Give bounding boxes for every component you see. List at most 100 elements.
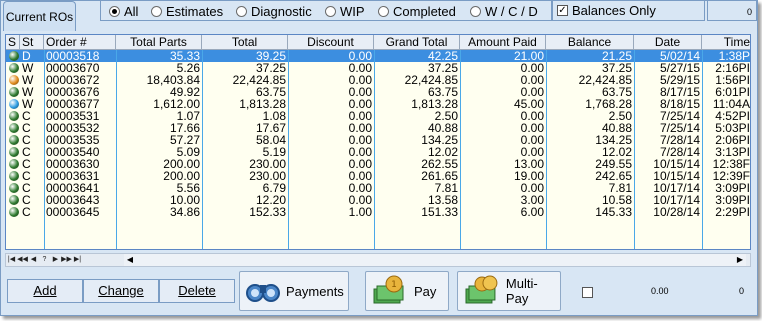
filter-all-label: All	[124, 3, 139, 19]
col-time[interactable]: Time	[702, 35, 750, 50]
cell-st: C	[22, 134, 31, 146]
table-row[interactable]: D 00003518 35.33 39.25 0.00 42.25 21.00 21.25 5/…	[6, 50, 750, 62]
status-indicator-icon	[9, 99, 19, 109]
horizontal-scrollbar[interactable]: ◀ ▶	[124, 254, 746, 266]
radio-diagnostic[interactable]	[236, 5, 247, 17]
table-row[interactable]: W 00003676 49.92 63.75 0.00 63.75 0.00 63.75 8/1…	[6, 86, 750, 98]
nav-button[interactable]: ▶	[50, 254, 61, 266]
cell-total: 1.08	[262, 110, 286, 122]
cell-balance: 10.58	[601, 194, 632, 206]
table-row[interactable]: W 00003672 18,403.84 22,424.85 0.00 22,424.85…	[6, 74, 750, 86]
balances-only-toggle[interactable]: ✓ Balances Only	[552, 1, 705, 21]
delete-button[interactable]: Delete	[159, 279, 235, 303]
multi-pay-button[interactable]: Multi-Pay	[457, 271, 561, 311]
cell-st: W	[22, 62, 34, 74]
col-date[interactable]: Date	[634, 35, 702, 50]
cell-total: 58.04	[255, 134, 286, 146]
filter-wcd[interactable]: W / C / D	[470, 1, 538, 21]
nav-button[interactable]: ▶▶	[61, 254, 72, 266]
status-indicator-icon	[9, 87, 19, 97]
filter-estimates-label: Estimates	[166, 3, 224, 19]
cell-balance: 1,768.28	[585, 98, 632, 110]
cell-parts: 5.56	[176, 182, 200, 194]
cell-parts: 10.00	[169, 194, 200, 206]
cell-discount: 0.00	[348, 86, 372, 98]
radio-wcd[interactable]	[470, 5, 481, 17]
add-button[interactable]: Add	[7, 279, 83, 303]
nav-button[interactable]: ▶|	[72, 254, 83, 266]
nav-button[interactable]: |◀	[6, 254, 17, 266]
cell-grand: 40.88	[427, 122, 458, 134]
cell-order: 00003531	[46, 110, 100, 122]
cell-st: C	[22, 158, 31, 170]
nav-button[interactable]: ◀	[28, 254, 39, 266]
scroll-left-icon[interactable]: ◀	[124, 254, 136, 266]
top-right-value: 0	[707, 1, 757, 21]
table-row[interactable]: C 00003643 10.00 12.20 0.00 13.58 3.00 10.58 10/…	[6, 194, 750, 206]
cell-time: 11:04A	[712, 98, 750, 110]
table-row[interactable]: C 00003645 34.86 152.33 1.00 151.33 6.00 145.33…	[6, 206, 750, 218]
cell-balance: 12.02	[601, 146, 632, 158]
balances-only-checkbox[interactable]: ✓	[557, 5, 568, 16]
radio-completed[interactable]	[378, 5, 389, 17]
cell-date: 7/25/14	[659, 122, 700, 134]
cell-order: 00003641	[46, 182, 100, 194]
table-row[interactable]: C 00003540 5.09 5.19 0.00 12.02 0.00 12.02 7/28/…	[6, 146, 750, 158]
status-indicator-icon	[9, 123, 19, 133]
table-row[interactable]: C 00003532 17.66 17.67 0.00 40.88 0.00 40.88 7/2…	[6, 122, 750, 134]
filter-all[interactable]: All	[109, 1, 138, 21]
cell-time: 12:38F	[712, 158, 750, 170]
binoculars-icon	[246, 284, 280, 302]
grid-divider	[460, 50, 461, 249]
pay-button[interactable]: 1 Pay	[365, 271, 449, 311]
radio-estimates[interactable]	[151, 5, 162, 17]
filter-estimates[interactable]: Estimates	[151, 1, 223, 21]
radio-all[interactable]	[109, 5, 120, 17]
radio-wip[interactable]	[325, 5, 336, 17]
table-row[interactable]: C 00003631 200.00 230.00 0.00 261.65 19.00 242.…	[6, 170, 750, 182]
table-row[interactable]: C 00003641 5.56 6.79 0.00 7.81 0.00 7.81 10/17/1…	[6, 182, 750, 194]
table-row[interactable]: C 00003531 1.07 1.08 0.00 2.50 0.00 2.50 7/25/14…	[6, 110, 750, 122]
cell-st: C	[22, 110, 31, 122]
grid-divider	[202, 50, 203, 249]
cell-order: 00003540	[46, 146, 100, 158]
table-row[interactable]: C 00003535 57.27 58.04 0.00 134.25 0.00 134.25 7…	[6, 134, 750, 146]
cell-total: 12.20	[255, 194, 286, 206]
scroll-right-icon[interactable]: ▶	[734, 254, 746, 266]
filter-wip[interactable]: WIP	[325, 1, 365, 21]
col-discount[interactable]: Discount	[288, 35, 374, 50]
col-grand-total[interactable]: Grand Total	[374, 35, 460, 50]
cell-total: 152.33	[249, 206, 286, 218]
cell-grand: 37.25	[427, 62, 458, 74]
cell-date: 7/28/14	[659, 146, 700, 158]
table-row[interactable]: W 00003677 1,612.00 1,813.28 0.00 1,813.28 45.…	[6, 98, 750, 110]
cell-parts: 200.00	[163, 158, 200, 170]
col-total-parts[interactable]: Total Parts	[116, 35, 202, 50]
col-amount-paid[interactable]: Amount Paid	[460, 35, 546, 50]
status-indicator-icon	[9, 63, 19, 73]
cell-discount: 0.00	[348, 194, 372, 206]
nav-button[interactable]: ?	[39, 254, 50, 266]
col-s[interactable]: S	[6, 35, 20, 50]
cell-parts: 35.33	[169, 50, 200, 62]
change-button[interactable]: Change	[83, 279, 159, 303]
tab-current-ros[interactable]: Current ROs	[3, 1, 76, 31]
cell-total: 37.25	[255, 62, 286, 74]
table-row[interactable]: C 00003630 200.00 230.00 0.00 262.55 13.00 249.…	[6, 158, 750, 170]
col-st[interactable]: St	[20, 35, 44, 50]
col-balance[interactable]: Balance	[546, 35, 634, 50]
cell-order: 00003630	[46, 158, 100, 170]
status-indicator-icon	[9, 75, 19, 85]
filter-completed[interactable]: Completed	[378, 1, 456, 21]
col-order[interactable]: Order #	[44, 35, 116, 50]
cell-grand: 63.75	[427, 86, 458, 98]
payments-button[interactable]: Payments	[239, 271, 349, 311]
table-row[interactable]: W 00003670 5.26 37.25 0.00 37.25 0.00 37.25 5/27…	[6, 62, 750, 74]
cell-order: 00003535	[46, 134, 100, 146]
bottom-checkbox[interactable]	[582, 287, 593, 298]
cell-parts: 1,612.00	[153, 98, 200, 110]
col-total[interactable]: Total	[202, 35, 288, 50]
nav-button[interactable]: ◀◀	[17, 254, 28, 266]
filter-diagnostic[interactable]: Diagnostic	[236, 1, 312, 21]
cell-paid: 3.00	[520, 194, 544, 206]
